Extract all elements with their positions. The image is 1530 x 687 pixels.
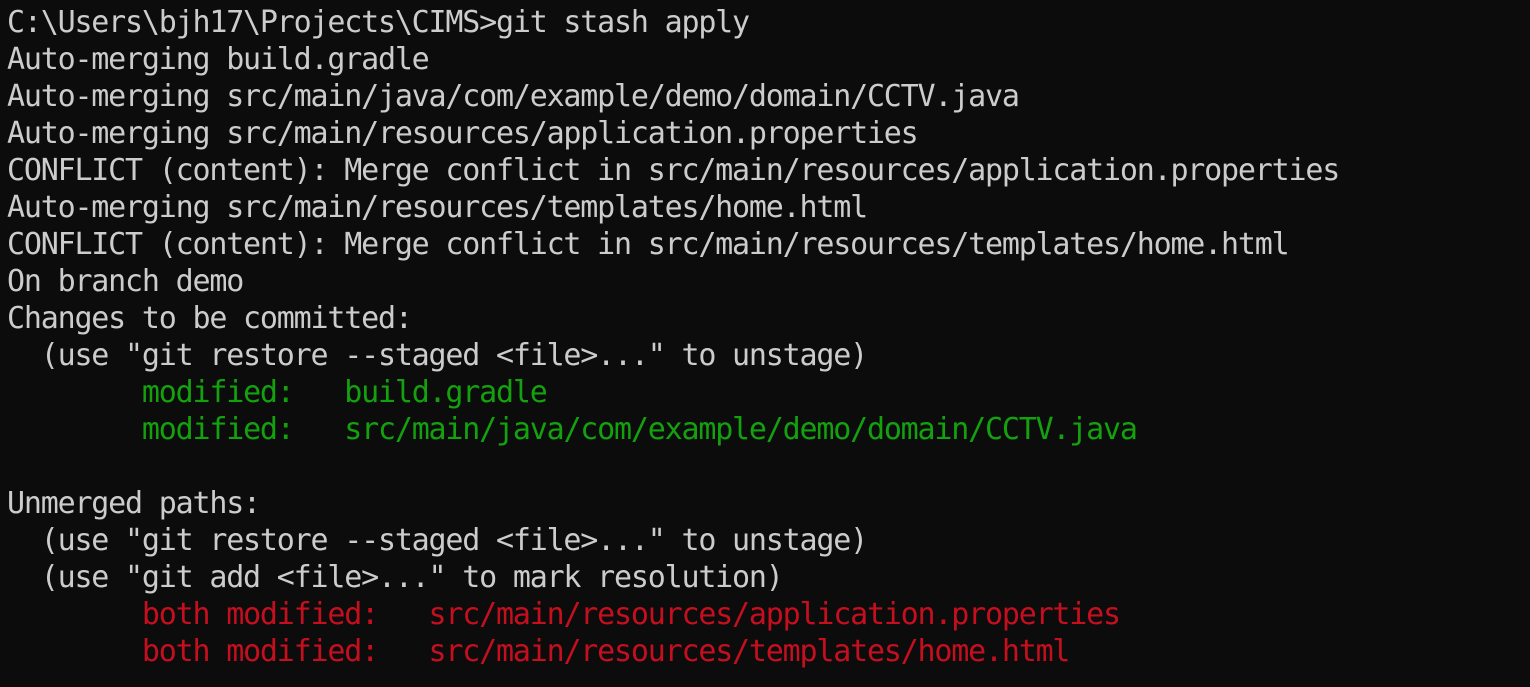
line-text: Auto-merging src/main/resources/template…	[7, 190, 868, 225]
terminal-line: Changes to be committed:	[7, 300, 1530, 337]
staged-file-entry: modified: src/main/java/com/example/demo…	[141, 412, 1138, 447]
terminal-line: both modified: src/main/resources/applic…	[7, 596, 1530, 633]
line-text: Unmerged paths:	[7, 486, 261, 521]
line-text: Auto-merging build.gradle	[7, 42, 430, 77]
line-text: CONFLICT (content): Merge conflict in sr…	[7, 227, 1290, 262]
terminal-line: Auto-merging src/main/resources/applicat…	[7, 115, 1530, 152]
line-text: Auto-merging src/main/java/com/example/d…	[7, 79, 1020, 114]
terminal-line: Unmerged paths:	[7, 485, 1530, 522]
terminal-line: modified: src/main/java/com/example/demo…	[7, 411, 1530, 448]
unmerged-file-entry: both modified: src/main/resources/templa…	[141, 634, 1071, 669]
terminal-line: On branch demo	[7, 263, 1530, 300]
terminal-line: (use "git add <file>..." to mark resolut…	[7, 559, 1530, 596]
line-text: C:\Users\bjh17\Projects\CIMS>git stash a…	[7, 5, 750, 40]
terminal-line: modified: build.gradle	[7, 374, 1530, 411]
terminal-line: (use "git restore --staged <file>..." to…	[7, 337, 1530, 374]
line-text: Auto-merging src/main/resources/applicat…	[7, 116, 919, 151]
terminal-line: C:\Users\bjh17\Projects\CIMS>git stash a…	[7, 4, 1530, 41]
terminal-line: CONFLICT (content): Merge conflict in sr…	[7, 226, 1530, 263]
terminal-line: CONFLICT (content): Merge conflict in sr…	[7, 152, 1530, 189]
line-text: CONFLICT (content): Merge conflict in sr…	[7, 153, 1340, 188]
staged-file-entry: modified: build.gradle	[141, 375, 548, 410]
terminal-line: both modified: src/main/resources/templa…	[7, 633, 1530, 670]
line-text: (use "git restore --staged <file>..." to…	[7, 338, 868, 373]
terminal-line: (use "git restore --staged <file>..." to…	[7, 522, 1530, 559]
terminal-line: Auto-merging build.gradle	[7, 41, 1530, 78]
unmerged-file-entry: both modified: src/main/resources/applic…	[141, 597, 1121, 632]
line-text: (use "git restore --staged <file>..." to…	[7, 523, 868, 558]
terminal-output[interactable]: C:\Users\bjh17\Projects\CIMS>git stash a…	[0, 0, 1530, 687]
line-text: Changes to be committed:	[7, 301, 413, 336]
line-text: (use "git add <file>..." to mark resolut…	[7, 560, 784, 595]
line-text: On branch demo	[7, 264, 244, 299]
terminal-line: Auto-merging src/main/java/com/example/d…	[7, 78, 1530, 115]
terminal-line: Auto-merging src/main/resources/template…	[7, 189, 1530, 226]
